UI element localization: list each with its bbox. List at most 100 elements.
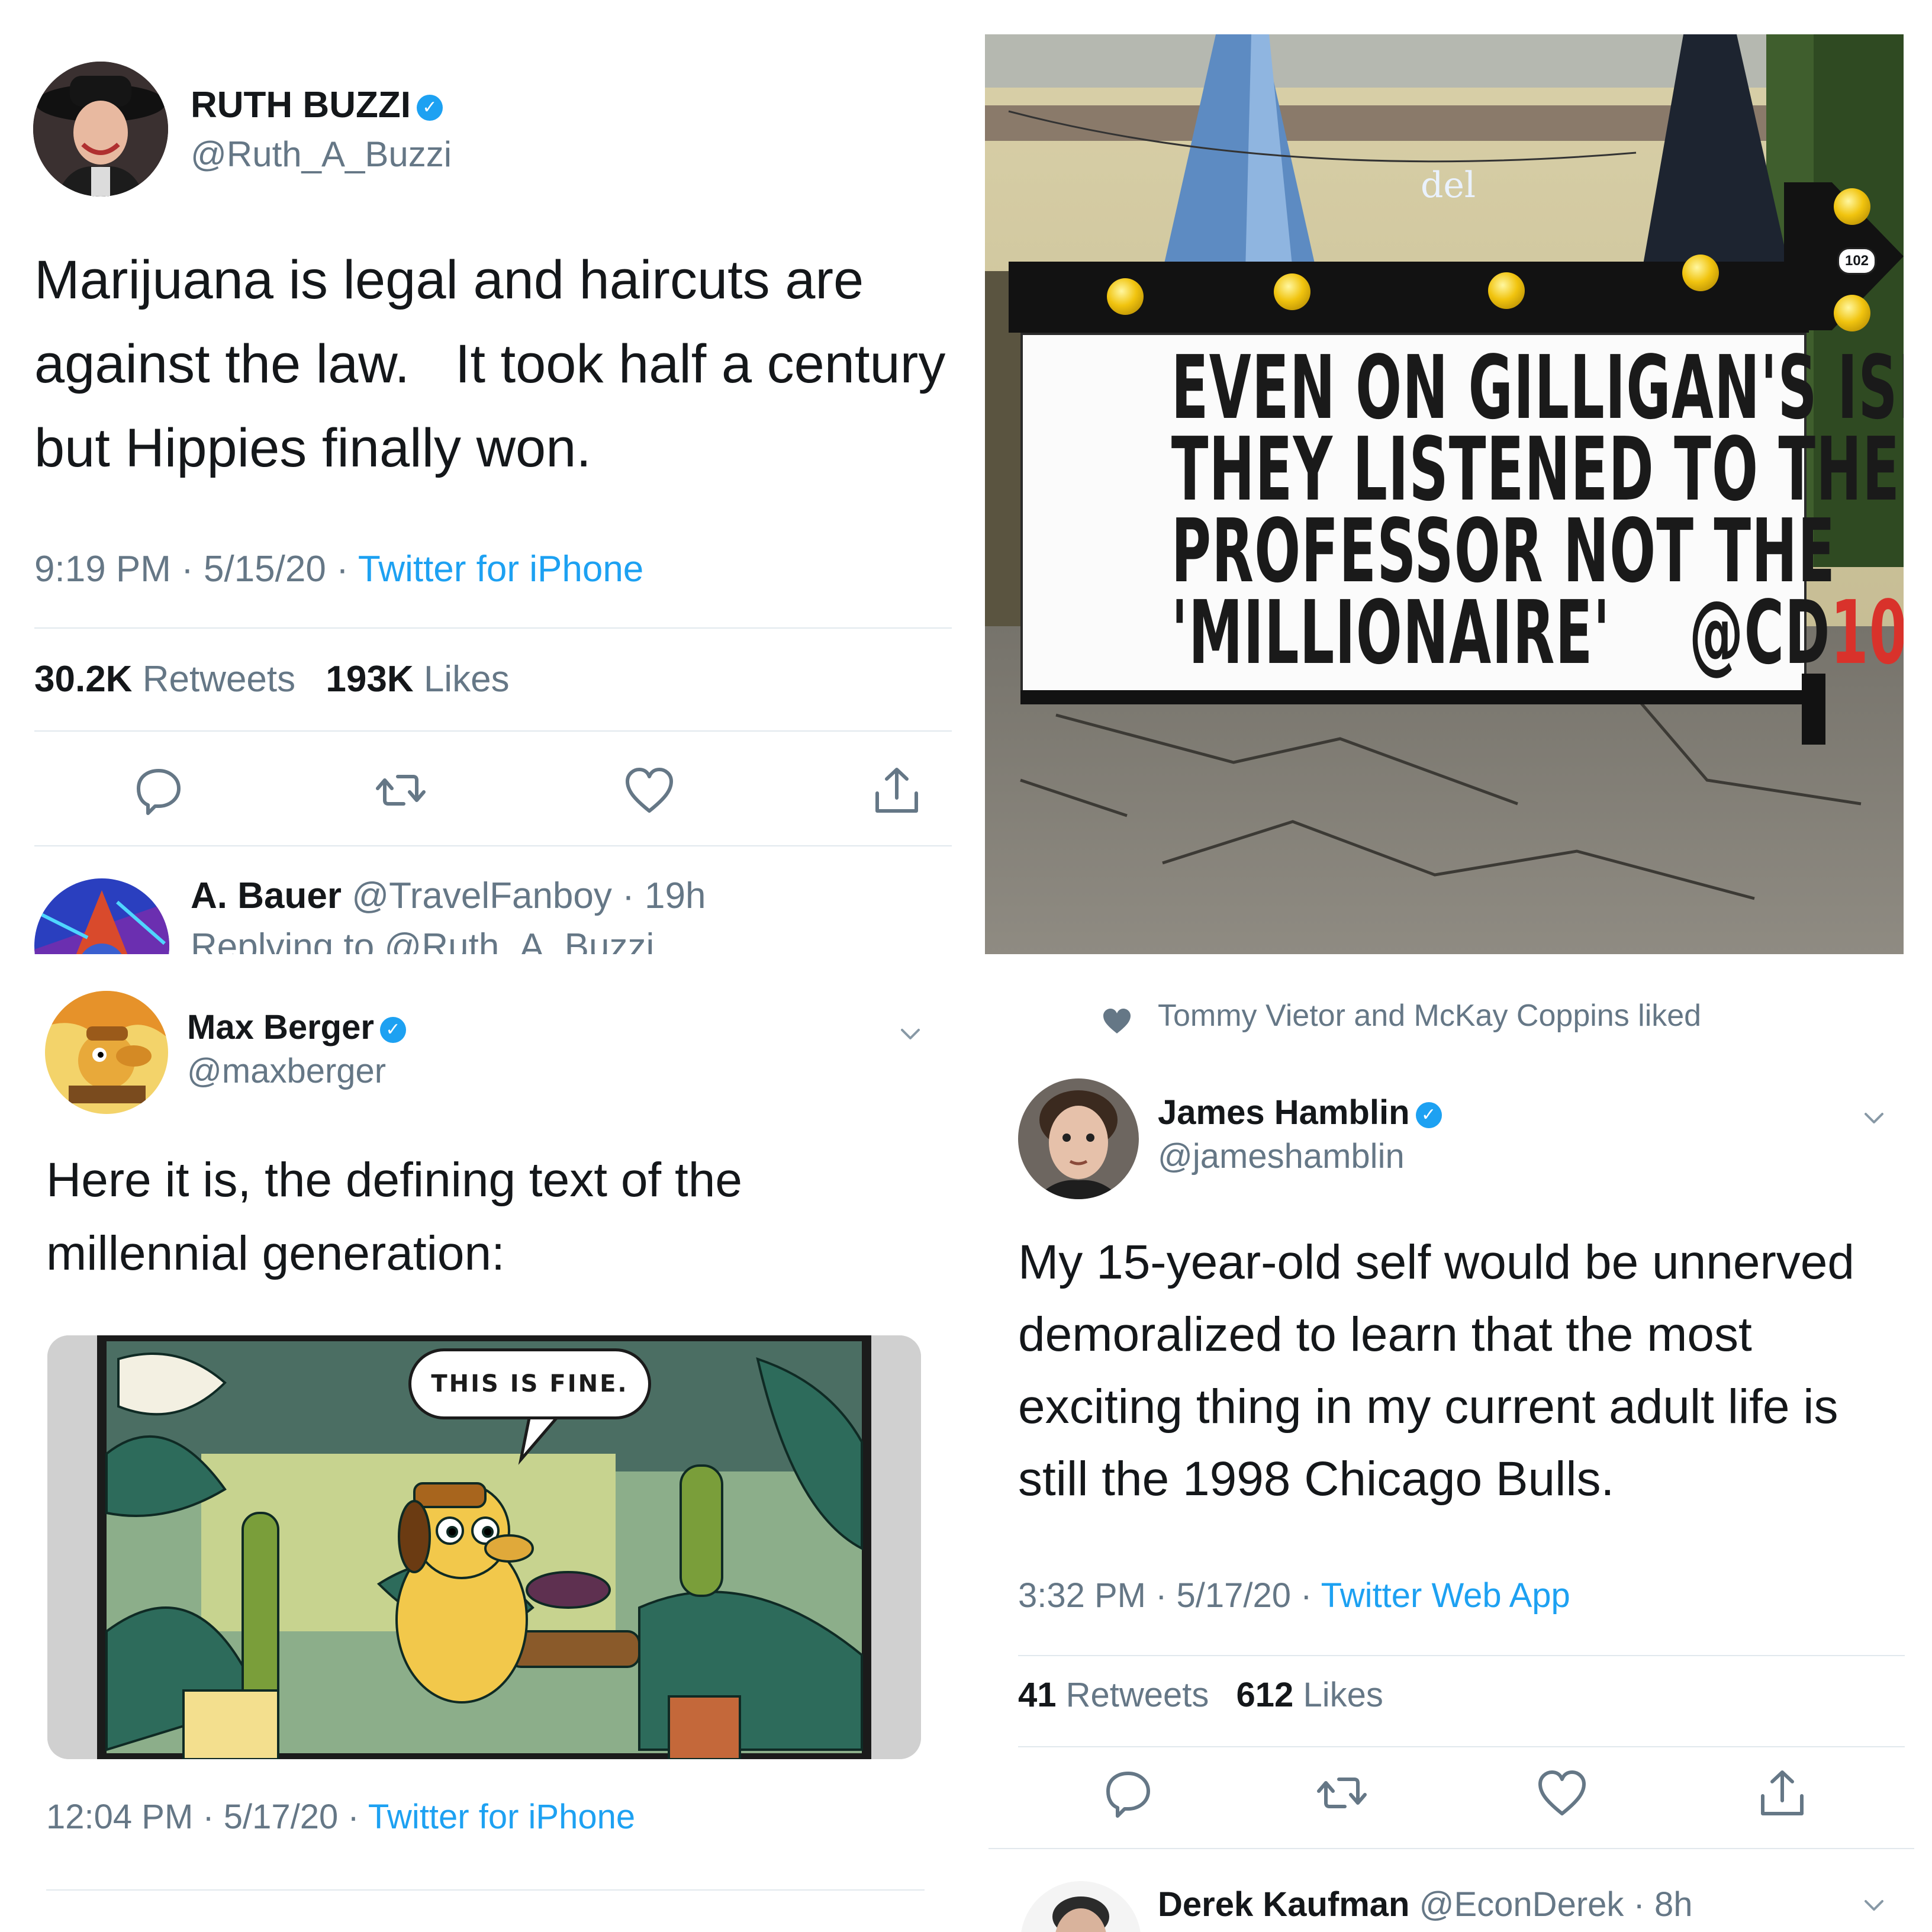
tweet-source-link[interactable]: Twitter Web App: [1321, 1576, 1570, 1615]
tweet-text: My 15-year-old self would be unnerved de…: [1018, 1226, 1854, 1515]
retweet-icon[interactable]: [1315, 1766, 1368, 1820]
retweet-icon[interactable]: [374, 764, 427, 817]
verified-badge-icon: ✓: [1415, 1102, 1442, 1128]
tweet-text-line: still the 1998 Chicago Bulls.: [1018, 1452, 1615, 1506]
marquee-bulb-icon: [1488, 272, 1525, 309]
verified-badge-icon: ✓: [379, 1016, 406, 1043]
tweet-panel-max-berger: Max Berger ✓ @maxberger Here it is, the d…: [0, 966, 966, 1932]
station-logo-text: 102: [1844, 253, 1869, 269]
tweet-text-line: millennial generation:: [46, 1226, 505, 1280]
replying-to[interactable]: Replying to @Ruth_A_Buzzi: [191, 926, 654, 954]
like-count[interactable]: 612: [1237, 1676, 1294, 1714]
avatar-photo-icon: [33, 62, 168, 197]
share-icon[interactable]: [1756, 1766, 1809, 1820]
user-handle[interactable]: @Ruth_A_Buzzi: [191, 134, 452, 175]
tweet-stats: 30.2K Retweets 193K Likes: [34, 658, 510, 700]
reply-handle-time[interactable]: @EconDerek · 8h: [1419, 1885, 1693, 1924]
sign-text-1025: 1025: [1830, 582, 1904, 684]
meme-caption: THIS IS FINE.: [431, 1370, 629, 1398]
tweet-text-line: exciting thing in my current adult life …: [1018, 1380, 1838, 1434]
retweet-label[interactable]: Retweets: [1066, 1676, 1209, 1714]
sign-line: EVEN ON GILLIGAN'S ISLAND: [1171, 337, 1904, 439]
sign-stand: [1020, 690, 1802, 704]
tweet-panel-ruth-buzzi: RUTH BUZZI ✓ @Ruth_A_Buzzi Marijuana is l…: [0, 0, 966, 954]
marquee-bulb-icon: [1682, 255, 1719, 291]
reply-avatar[interactable]: [34, 878, 169, 954]
avatar-wizard-icon: [34, 878, 169, 954]
tweet-meta: 12:04 PM · 5/17/20 · Twitter for iPhone: [46, 1797, 635, 1837]
timestamp: 3:32 PM · 5/17/20 ·: [1018, 1576, 1321, 1615]
verified-badge-icon: ✓: [416, 94, 443, 121]
reply-icon[interactable]: [1101, 1766, 1154, 1820]
user-handle[interactable]: @jameshamblin: [1158, 1136, 1405, 1176]
tweet-meta: 9:19 PM · 5/15/20 · Twitter for iPhone: [34, 548, 643, 590]
retweet-count[interactable]: 41: [1018, 1676, 1057, 1714]
sign-line: 'MILLIONAIRE' @CD1025FM: [1171, 589, 1904, 677]
timestamp: 9:19 PM · 5/15/20 ·: [34, 549, 358, 590]
marquee-bulb-icon: [1834, 188, 1870, 225]
timestamp: 12:04 PM · 5/17/20 ·: [46, 1798, 368, 1836]
user-handle[interactable]: @maxberger: [187, 1051, 386, 1091]
tweet-text-line: demoralized to learn that the most: [1018, 1308, 1752, 1361]
sign-leg: [1802, 674, 1825, 745]
like-label[interactable]: Likes: [1303, 1676, 1383, 1714]
retweet-label[interactable]: Retweets: [143, 659, 295, 700]
sign-photo: del 102 EVEN ON GILLIGAN'S ISLAND THEY L…: [985, 34, 1904, 954]
liked-heart-icon: [1103, 1009, 1131, 1033]
reply-icon[interactable]: [131, 764, 185, 817]
avatar-photo-icon: [1020, 1881, 1141, 1932]
marquee-bulb-icon: [1834, 295, 1870, 331]
umbrella-text: del: [1421, 165, 1476, 206]
chevron-down-icon[interactable]: [899, 1022, 922, 1045]
tweet-text-line: My 15-year-old self would be unnerved: [1018, 1235, 1854, 1289]
avatar[interactable]: [33, 62, 168, 197]
chevron-down-icon[interactable]: [1862, 1893, 1886, 1917]
divider: [1018, 1746, 1905, 1747]
sign-line: THEY LISTENED TO THE: [1171, 418, 1901, 520]
marquee-bulb-icon: [1274, 273, 1310, 310]
reply-display-name[interactable]: A. Bauer: [191, 875, 342, 916]
like-heart-icon[interactable]: [623, 764, 676, 817]
reply-handle-time[interactable]: @TravelFanboy · 19h: [352, 875, 706, 916]
divider: [46, 1889, 925, 1891]
display-name[interactable]: Max Berger: [187, 1008, 374, 1046]
divider: [34, 627, 952, 629]
tweet-text-line: Here it is, the defining text of the: [46, 1153, 742, 1207]
avatar[interactable]: [1018, 1078, 1139, 1199]
avatar-photo-icon: [1018, 1078, 1139, 1199]
divider: [34, 845, 952, 846]
tweet-text: Here it is, the defining text of the mil…: [46, 1144, 742, 1290]
marquee-bulb-icon: [1107, 278, 1144, 315]
station-logo: 102: [1837, 247, 1876, 275]
sign-text-cd: @CD: [1689, 582, 1831, 684]
retweet-count[interactable]: 30.2K: [34, 659, 132, 700]
tweet-text-line: Marijuana is legal and haircuts are: [34, 250, 864, 310]
marquee-sign: EVEN ON GILLIGAN'S ISLAND THEY LISTENED …: [1020, 333, 1904, 704]
tweet-text-line: but Hippies finally won.: [34, 418, 591, 478]
divider: [34, 730, 952, 732]
reply-display-name[interactable]: Derek Kaufman: [1158, 1885, 1409, 1924]
display-name[interactable]: RUTH BUZZI: [191, 85, 411, 125]
sign-line: PROFESSOR NOT THE: [1171, 500, 1836, 602]
divider: [988, 1848, 1914, 1849]
like-heart-icon[interactable]: [1535, 1766, 1589, 1820]
display-name[interactable]: James Hamblin: [1158, 1093, 1410, 1132]
like-label[interactable]: Likes: [424, 659, 510, 700]
tweet-text: Marijuana is legal and haircuts are agai…: [34, 238, 945, 490]
avatar[interactable]: [45, 991, 168, 1114]
tweet-text-line: against the law. It took half a century: [34, 334, 946, 394]
reply-avatar[interactable]: [1020, 1881, 1141, 1932]
tweet-stats: 41 Retweets 612 Likes: [1018, 1675, 1383, 1715]
tweet-source-link[interactable]: Twitter for iPhone: [358, 549, 643, 590]
tweet-media[interactable]: THIS IS FINE.: [47, 1335, 921, 1759]
chevron-down-icon[interactable]: [1862, 1106, 1886, 1129]
tweet-panel-james-hamblin: Tommy Vietor and McKay Coppins liked Jam…: [966, 966, 1932, 1932]
avatar-dog-icon: [45, 991, 168, 1114]
share-icon[interactable]: [870, 764, 923, 817]
like-count[interactable]: 193K: [326, 659, 413, 700]
divider: [1018, 1655, 1905, 1656]
tweet-meta: 3:32 PM · 5/17/20 · Twitter Web App: [1018, 1576, 1570, 1615]
tweet-source-link[interactable]: Twitter for iPhone: [368, 1798, 635, 1836]
sign-text-millionaire: 'MILLIONAIRE': [1171, 582, 1611, 684]
social-context[interactable]: Tommy Vietor and McKay Coppins liked: [1158, 998, 1701, 1033]
